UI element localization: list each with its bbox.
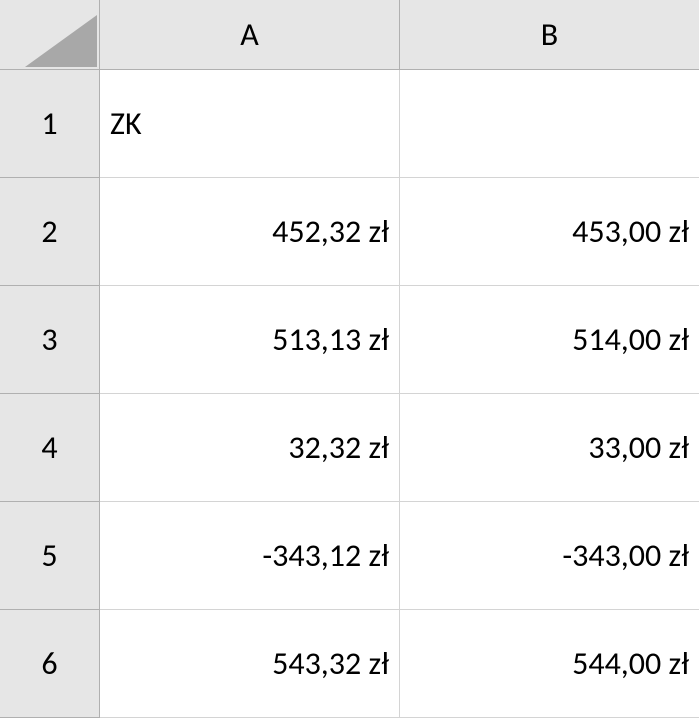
cell-A4[interactable]: 32,32 zł xyxy=(100,394,400,502)
cell-B5[interactable]: -343,00 zł xyxy=(400,502,699,610)
corner-triangle-icon xyxy=(25,15,97,67)
row-header-4[interactable]: 4 xyxy=(0,394,100,502)
cell-A2[interactable]: 452,32 zł xyxy=(100,178,400,286)
cell-A1[interactable]: ZK xyxy=(100,70,400,178)
cell-B2[interactable]: 453,00 zł xyxy=(400,178,699,286)
column-header-B[interactable]: B xyxy=(400,0,699,70)
row-header-2[interactable]: 2 xyxy=(0,178,100,286)
cell-B4[interactable]: 33,00 zł xyxy=(400,394,699,502)
cell-B3[interactable]: 514,00 zł xyxy=(400,286,699,394)
row-header-3[interactable]: 3 xyxy=(0,286,100,394)
cell-A5[interactable]: -343,12 zł xyxy=(100,502,400,610)
cell-A6[interactable]: 543,32 zł xyxy=(100,610,400,718)
cell-B1[interactable] xyxy=(400,70,699,178)
row-header-6[interactable]: 6 xyxy=(0,610,100,718)
cell-A3[interactable]: 513,13 zł xyxy=(100,286,400,394)
column-header-A[interactable]: A xyxy=(100,0,400,70)
row-header-5[interactable]: 5 xyxy=(0,502,100,610)
spreadsheet-grid: A B 1 ZK 2 452,32 zł 453,00 zł 3 513,13 … xyxy=(0,0,699,718)
select-all-corner[interactable] xyxy=(0,0,100,70)
row-header-1[interactable]: 1 xyxy=(0,70,100,178)
cell-B6[interactable]: 544,00 zł xyxy=(400,610,699,718)
